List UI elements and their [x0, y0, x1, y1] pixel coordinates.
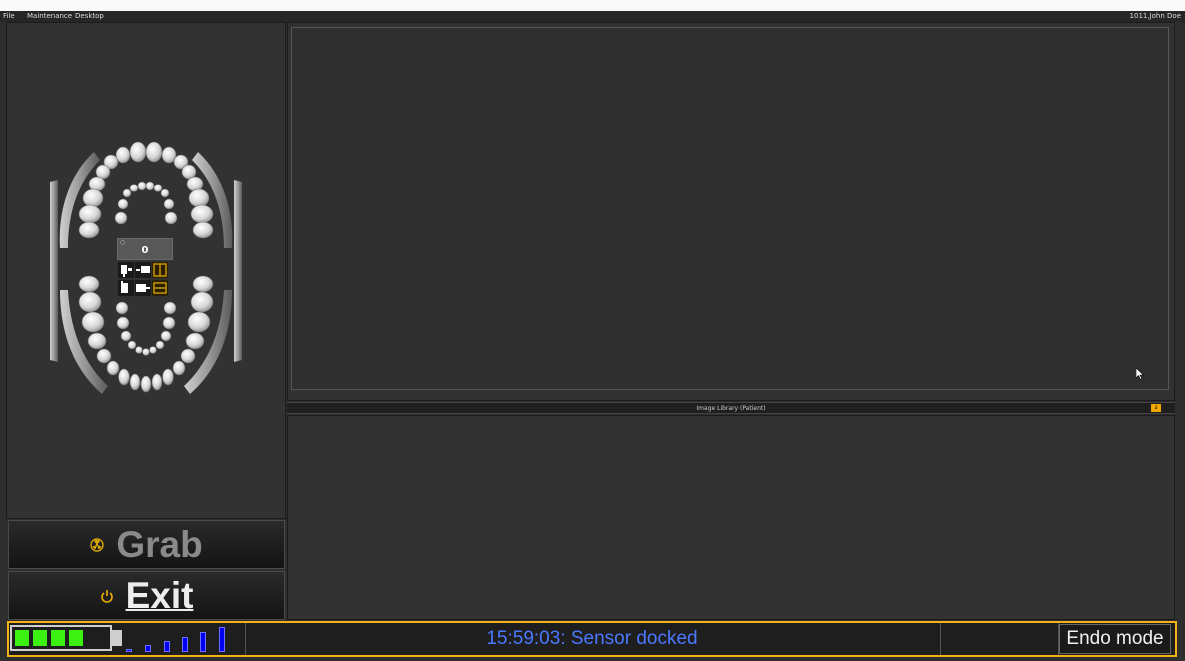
signal-bar — [182, 637, 188, 652]
arrow-down-icon[interactable]: ↓ — [1151, 404, 1161, 412]
bitewing-horizontal-button[interactable] — [152, 280, 168, 296]
signal-bar — [200, 632, 206, 652]
bitewing-vertical-button[interactable] — [152, 262, 168, 278]
grab-button[interactable]: Grab — [8, 520, 285, 569]
upper-adult-teeth[interactable] — [78, 141, 214, 239]
power-icon — [100, 589, 113, 603]
battery-cell — [15, 630, 29, 646]
sensor-selector: ○ 0 — [117, 238, 173, 300]
signal-strength-indicator — [126, 625, 236, 653]
counter-value: 0 — [141, 245, 149, 256]
signal-bar — [164, 641, 170, 652]
sensor-vertical-icon — [121, 265, 132, 277]
endo-mode-button[interactable]: Endo mode — [1059, 624, 1171, 654]
image-library[interactable] — [287, 415, 1175, 620]
user-label: 1011,John Doe — [1129, 12, 1181, 20]
exit-button[interactable]: Exit — [8, 571, 285, 620]
battery-tip — [112, 630, 122, 646]
signal-bar — [145, 645, 151, 652]
counter-mark: ○ — [120, 239, 126, 246]
side-bracket-left[interactable] — [50, 180, 58, 362]
bitewing-vertical-icon — [153, 263, 167, 277]
menu-maintenance[interactable]: Maintenance — [27, 11, 72, 22]
sensor-size-horizontal-button[interactable] — [135, 262, 151, 278]
image-canvas[interactable] — [291, 27, 1169, 390]
status-message: 15:59:03: Sensor docked — [486, 628, 698, 649]
image-library-header: Image Library (Patient) ↓ — [287, 402, 1175, 414]
menu-bar — [0, 11, 1185, 22]
signal-bar — [219, 627, 225, 652]
side-bracket-right[interactable] — [234, 180, 242, 362]
sensor-size-vertical-button[interactable] — [118, 262, 134, 278]
image-counter: ○ 0 — [117, 238, 173, 260]
lower-primary-teeth[interactable] — [115, 301, 177, 356]
mouse-cursor-icon — [1136, 368, 1145, 380]
battery-indicator — [10, 625, 112, 651]
radiation-icon — [90, 537, 105, 552]
signal-bar — [126, 649, 132, 652]
menu-file[interactable]: File — [3, 11, 15, 22]
status-divider — [940, 623, 941, 655]
bitewing-horizontal-icon — [153, 282, 167, 294]
sensor-size-wide-button[interactable] — [135, 280, 151, 296]
sensor-small-icon — [121, 281, 128, 293]
battery-cell — [33, 630, 47, 646]
sensor-size-small-button[interactable] — [118, 280, 134, 296]
grab-label: Grab — [116, 523, 203, 565]
sensor-wide-icon — [136, 284, 150, 292]
upper-primary-teeth[interactable] — [114, 181, 178, 225]
menu-desktop[interactable]: Desktop — [75, 11, 104, 22]
battery-cell — [69, 630, 83, 646]
battery-cell — [51, 630, 65, 646]
sensor-horizontal-icon — [136, 266, 150, 273]
image-library-title: Image Library (Patient) — [696, 405, 766, 412]
exit-label: Exit — [125, 574, 194, 616]
